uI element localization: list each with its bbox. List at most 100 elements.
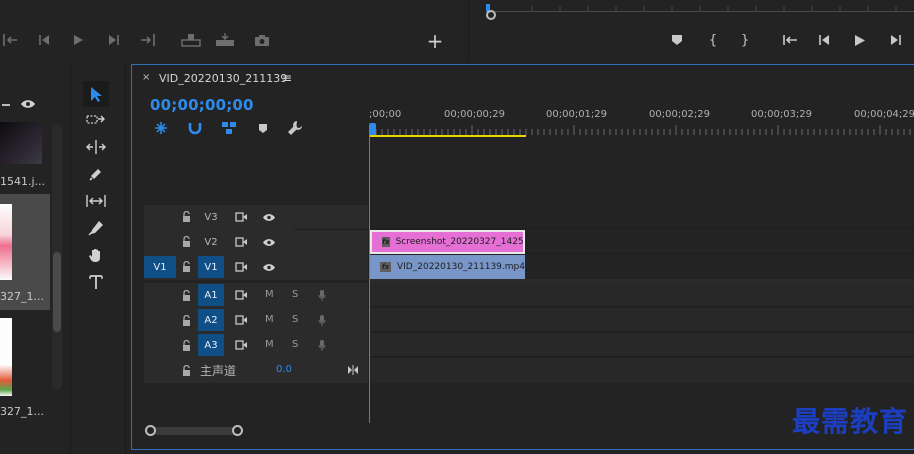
playhead-handle[interactable] xyxy=(369,123,376,135)
step-forward-icon[interactable] xyxy=(104,30,124,50)
lane-a3[interactable] xyxy=(369,333,914,357)
mute-button[interactable]: M xyxy=(265,339,274,350)
razor-icon[interactable] xyxy=(83,163,109,185)
thumbnail-1[interactable] xyxy=(0,122,42,164)
marker-icon[interactable] xyxy=(668,30,686,50)
lane-v3[interactable] xyxy=(369,205,914,229)
step-back-icon[interactable] xyxy=(814,30,834,50)
ripple-edit-icon[interactable] xyxy=(83,136,109,158)
clip-video[interactable]: fx VID_20220130_211139.mp4 xyxy=(370,255,525,279)
solo-button[interactable]: S xyxy=(292,314,298,325)
overwrite-icon[interactable] xyxy=(214,30,236,50)
track-target-a1[interactable]: A1 xyxy=(198,284,224,306)
lock-icon[interactable] xyxy=(181,260,191,272)
zoom-handle-left[interactable] xyxy=(145,425,156,436)
nest-icon[interactable] xyxy=(152,120,170,136)
thumbnail-3[interactable] xyxy=(0,318,12,396)
track-target-a2[interactable]: A2 xyxy=(198,309,224,331)
type-icon[interactable] xyxy=(83,271,109,293)
track-target-v2[interactable]: V2 xyxy=(198,231,224,253)
program-scrubber[interactable] xyxy=(486,4,914,18)
track-target-v3[interactable]: V3 xyxy=(198,206,224,228)
clip-screenshot[interactable]: fx Screenshot_20220327_14253 xyxy=(370,230,525,254)
lock-icon[interactable] xyxy=(181,235,191,247)
fx-badge: fx xyxy=(380,262,391,272)
clip-name: VID_20220130_211139.mp4 xyxy=(397,262,525,272)
microphone-icon[interactable] xyxy=(316,338,328,352)
mute-button[interactable]: M xyxy=(265,314,274,325)
play-icon[interactable] xyxy=(68,30,88,50)
work-area-bar[interactable] xyxy=(369,135,526,137)
step-back-icon[interactable] xyxy=(34,30,54,50)
mute-button[interactable]: M xyxy=(265,289,274,300)
add-icon[interactable]: + xyxy=(424,29,446,53)
playhead-timecode[interactable]: 00;00;00;00 xyxy=(150,96,254,114)
zoom-handle-right[interactable] xyxy=(232,425,243,436)
list-view-icon[interactable] xyxy=(0,96,12,110)
camera-icon[interactable] xyxy=(252,30,272,50)
pen-icon[interactable] xyxy=(83,217,109,239)
sequence-tab[interactable]: VID_20220130_211139 xyxy=(159,72,287,85)
linked-selection-icon[interactable] xyxy=(220,120,238,136)
lane-a1[interactable] xyxy=(369,283,914,307)
source-monitor-controls: + xyxy=(0,0,469,62)
solo-button[interactable]: S xyxy=(292,339,298,350)
sync-lock-icon[interactable] xyxy=(234,314,248,326)
go-to-in-icon[interactable] xyxy=(780,30,800,50)
close-icon[interactable]: × xyxy=(142,72,150,83)
project-scrollbar[interactable] xyxy=(52,124,62,390)
track-target-a3[interactable]: A3 xyxy=(198,334,224,356)
mark-in-icon[interactable] xyxy=(0,30,20,50)
step-forward-icon[interactable] xyxy=(886,30,906,50)
track-select-icon[interactable] xyxy=(83,109,109,131)
ruler-label: 00;00;01;29 xyxy=(546,109,608,120)
tools-panel xyxy=(70,64,126,454)
item-label-1: 1541.j... xyxy=(0,175,46,188)
sync-lock-icon[interactable] xyxy=(234,261,248,273)
play-icon[interactable] xyxy=(850,30,870,50)
master-track-label: 主声道 xyxy=(200,364,237,378)
lock-icon[interactable] xyxy=(181,364,191,376)
microphone-icon[interactable] xyxy=(316,313,328,327)
go-out-icon[interactable] xyxy=(138,30,160,50)
timeline-zoom-scrollbar[interactable] xyxy=(148,427,242,435)
sync-lock-icon[interactable] xyxy=(234,289,248,301)
mark-out-icon[interactable]: } xyxy=(736,30,754,50)
wrench-icon[interactable] xyxy=(286,119,304,137)
add-marker-icon[interactable] xyxy=(254,120,272,136)
lane-master[interactable] xyxy=(369,358,914,383)
panel-menu-icon[interactable]: ≡ xyxy=(282,71,292,85)
track-header-v2: V2 xyxy=(144,230,368,254)
sync-lock-icon[interactable] xyxy=(234,339,248,351)
selection-tool-icon[interactable] xyxy=(83,81,109,107)
source-patch-v1[interactable]: V1 xyxy=(144,256,176,278)
lock-icon[interactable] xyxy=(181,314,191,326)
sync-lock-icon[interactable] xyxy=(234,211,248,223)
mark-in-icon[interactable]: { xyxy=(704,30,722,50)
lock-icon[interactable] xyxy=(181,339,191,351)
ruler-label: 00;00;02;29 xyxy=(649,109,711,120)
solo-button[interactable]: S xyxy=(292,289,298,300)
zoom-handle[interactable] xyxy=(486,10,496,20)
lock-icon[interactable] xyxy=(181,289,191,301)
track-header-v3: V3 xyxy=(144,205,368,229)
eye-icon[interactable] xyxy=(18,97,38,111)
eye-icon[interactable] xyxy=(261,211,277,223)
insert-icon[interactable] xyxy=(180,30,202,50)
lock-icon[interactable] xyxy=(181,210,191,222)
microphone-icon[interactable] xyxy=(316,288,328,302)
scrollbar-thumb[interactable] xyxy=(53,252,61,332)
track-target-v1[interactable]: V1 xyxy=(198,256,224,278)
eye-icon[interactable] xyxy=(261,236,277,248)
list-item-selected[interactable]: 327_1... xyxy=(0,194,50,310)
thumbnail-2 xyxy=(0,204,12,280)
collapse-icon[interactable] xyxy=(346,364,360,376)
master-volume-value[interactable]: 0.0 xyxy=(276,364,292,375)
sync-lock-icon[interactable] xyxy=(234,236,248,248)
eye-icon[interactable] xyxy=(261,261,277,273)
snap-icon[interactable] xyxy=(186,120,204,136)
hand-icon[interactable] xyxy=(83,244,109,266)
lane-a2[interactable] xyxy=(369,308,914,332)
slip-icon[interactable] xyxy=(83,190,109,212)
time-ruler[interactable]: ;00;00 00;00;00;29 00;00;01;29 00;00;02;… xyxy=(369,103,914,139)
